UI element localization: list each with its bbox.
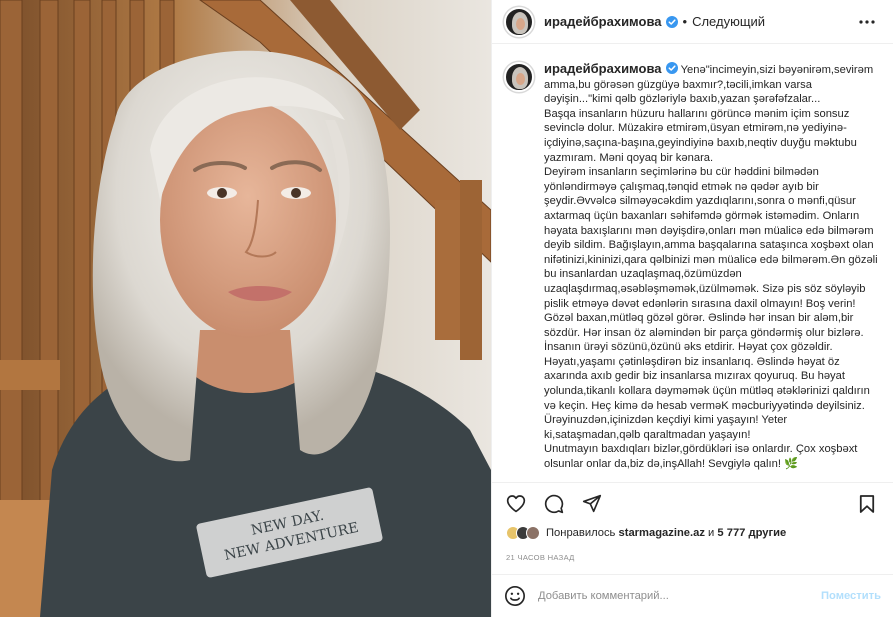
caption-verified-badge-icon [665, 62, 678, 74]
likes-prefix: Понравилось [546, 527, 616, 539]
bookmark-icon [859, 494, 875, 513]
caption-avatar[interactable] [504, 62, 534, 92]
heart-icon [506, 495, 526, 513]
comment-bar: Поместить [492, 574, 893, 617]
comment-input[interactable] [538, 590, 821, 602]
liker-avatar [526, 526, 540, 540]
comment-icon [544, 494, 564, 513]
verified-badge-icon [665, 15, 678, 28]
more-options-button[interactable] [855, 10, 879, 34]
post-timestamp[interactable]: 21 ЧАСОВ НАЗАД [506, 553, 575, 562]
post-header: ирадейбрахимова • Следующий [492, 0, 893, 44]
post-image: NEW DAY. NEW ADVENTURE [0, 0, 491, 617]
author-username[interactable]: ирадейбрахимова [544, 14, 662, 29]
likes-middle: и [708, 527, 715, 539]
likes-user-link[interactable]: starmagazine.az [619, 527, 705, 539]
more-horizontal-icon [859, 19, 875, 24]
emoji-button[interactable] [504, 585, 526, 607]
post-side-panel: ирадейбрахимова • Следующий ирадейбрахим… [491, 0, 893, 617]
share-button[interactable] [580, 492, 604, 516]
likes-summary[interactable]: Понравилось starmagazine.az и 5 777 друг… [506, 526, 881, 540]
caption-text: Yenə"incimeyin,sizi bəyənirəm,sevirəm am… [544, 64, 878, 471]
caption-section[interactable]: ирадейбрахимова Yenə"incimeyin,sizi bəyə… [492, 45, 893, 482]
post-photo[interactable]: NEW DAY. NEW ADVENTURE [0, 0, 491, 617]
header-separator: • [682, 14, 688, 29]
save-button[interactable] [855, 492, 879, 516]
post-comment-button[interactable]: Поместить [821, 590, 881, 602]
action-bar [492, 482, 893, 524]
liker-avatars [506, 526, 540, 540]
follow-button[interactable]: Следующий [692, 14, 765, 29]
caption-body: ирадейбрахимова Yenə"incimeyin,sizi bəyə… [544, 61, 881, 472]
emoji-icon [505, 586, 525, 606]
share-icon [582, 494, 602, 513]
likes-count-link[interactable]: 5 777 другие [717, 527, 786, 539]
author-avatar[interactable] [504, 6, 534, 37]
like-button[interactable] [504, 492, 528, 516]
comment-button[interactable] [542, 492, 566, 516]
caption-username[interactable]: ирадейбрахимова [544, 61, 662, 76]
